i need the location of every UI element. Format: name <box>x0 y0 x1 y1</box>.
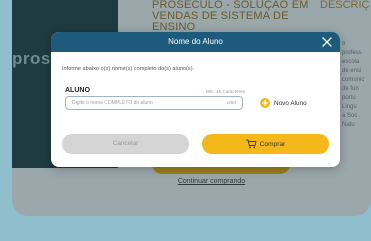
cancel-button[interactable]: Cancelar <box>62 134 189 154</box>
student-field-label: ALUNO <box>65 87 90 94</box>
student-name-modal: Nome do Aluno Informe abaixo o(s) nome(s… <box>51 32 340 167</box>
modal-title: Nome do Aluno <box>168 37 223 46</box>
instruction-text: Informe abaixo o(s) nome(s) completo do(… <box>62 66 195 72</box>
char-counter: 0/50 <box>227 100 236 105</box>
char-limit-hint: Mín. 15 Caracteres <box>205 89 245 94</box>
description-text: o profess escola de ensi comunic de fun … <box>342 41 365 128</box>
product-title: PROSECULO - SOLUÇÃO EM VENDAS DE SISTEMA… <box>152 0 309 33</box>
buy-label: Comprar <box>259 140 286 148</box>
modal-header: Nome do Aluno <box>51 32 340 52</box>
plus-circle-icon <box>260 98 270 108</box>
description-heading: DESCRIÇ <box>320 0 370 11</box>
add-student-label: Novo Aluno <box>274 99 307 107</box>
student-name-input[interactable] <box>66 97 222 109</box>
cart-icon <box>245 139 257 149</box>
close-icon <box>322 37 332 47</box>
close-button[interactable] <box>320 35 334 49</box>
buy-button[interactable]: Comprar <box>202 134 329 154</box>
add-student-button[interactable]: Novo Aluno <box>260 98 307 108</box>
logo-text: pros <box>12 49 51 68</box>
student-name-field: 0/50 <box>65 96 243 110</box>
continue-shopping-link[interactable]: Continuar comprando <box>12 178 371 185</box>
